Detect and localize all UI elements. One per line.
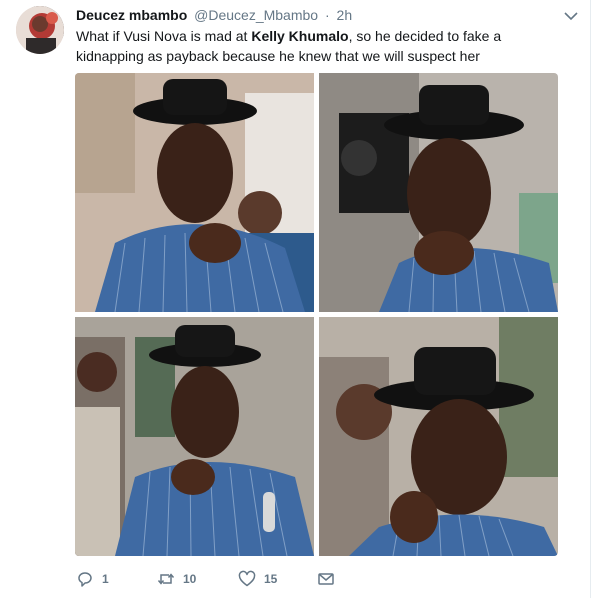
photo-2[interactable]	[319, 73, 558, 312]
chevron-down-icon[interactable]	[564, 8, 578, 21]
display-name[interactable]: Deucez mbambo	[76, 7, 187, 23]
heart-icon	[238, 570, 256, 587]
retweet-count: 10	[183, 572, 197, 586]
reply-icon	[78, 572, 92, 587]
retweet-button[interactable]: 10	[157, 569, 196, 589]
separator-dot: ·	[324, 7, 330, 23]
avatar[interactable]	[16, 6, 64, 54]
photo-3[interactable]	[75, 317, 314, 556]
retweet-icon	[157, 573, 175, 585]
reply-count: 1	[102, 572, 109, 586]
tweet-text-part1: What if Vusi Nova is mad at	[76, 28, 252, 44]
tweet-text: What if Vusi Nova is mad at Kelly Khumal…	[76, 26, 566, 66]
photo-1[interactable]	[75, 73, 314, 312]
tweet-text-bold: Kelly Khumalo	[251, 28, 349, 44]
photo-4[interactable]	[319, 317, 558, 556]
tweet-header: Deucez mbambo @Deucez_Mbambo · 2h	[76, 6, 352, 24]
envelope-icon	[318, 573, 334, 585]
user-handle[interactable]: @Deucez_Mbambo	[194, 7, 318, 23]
like-count: 15	[264, 572, 278, 586]
like-button[interactable]: 15	[238, 569, 277, 589]
media-grid	[75, 73, 558, 556]
reply-button[interactable]: 1	[76, 569, 109, 589]
tweet-card[interactable]: Deucez mbambo @Deucez_Mbambo · 2h What i…	[0, 0, 591, 598]
direct-message-button[interactable]	[317, 569, 335, 589]
timestamp[interactable]: 2h	[337, 7, 353, 23]
